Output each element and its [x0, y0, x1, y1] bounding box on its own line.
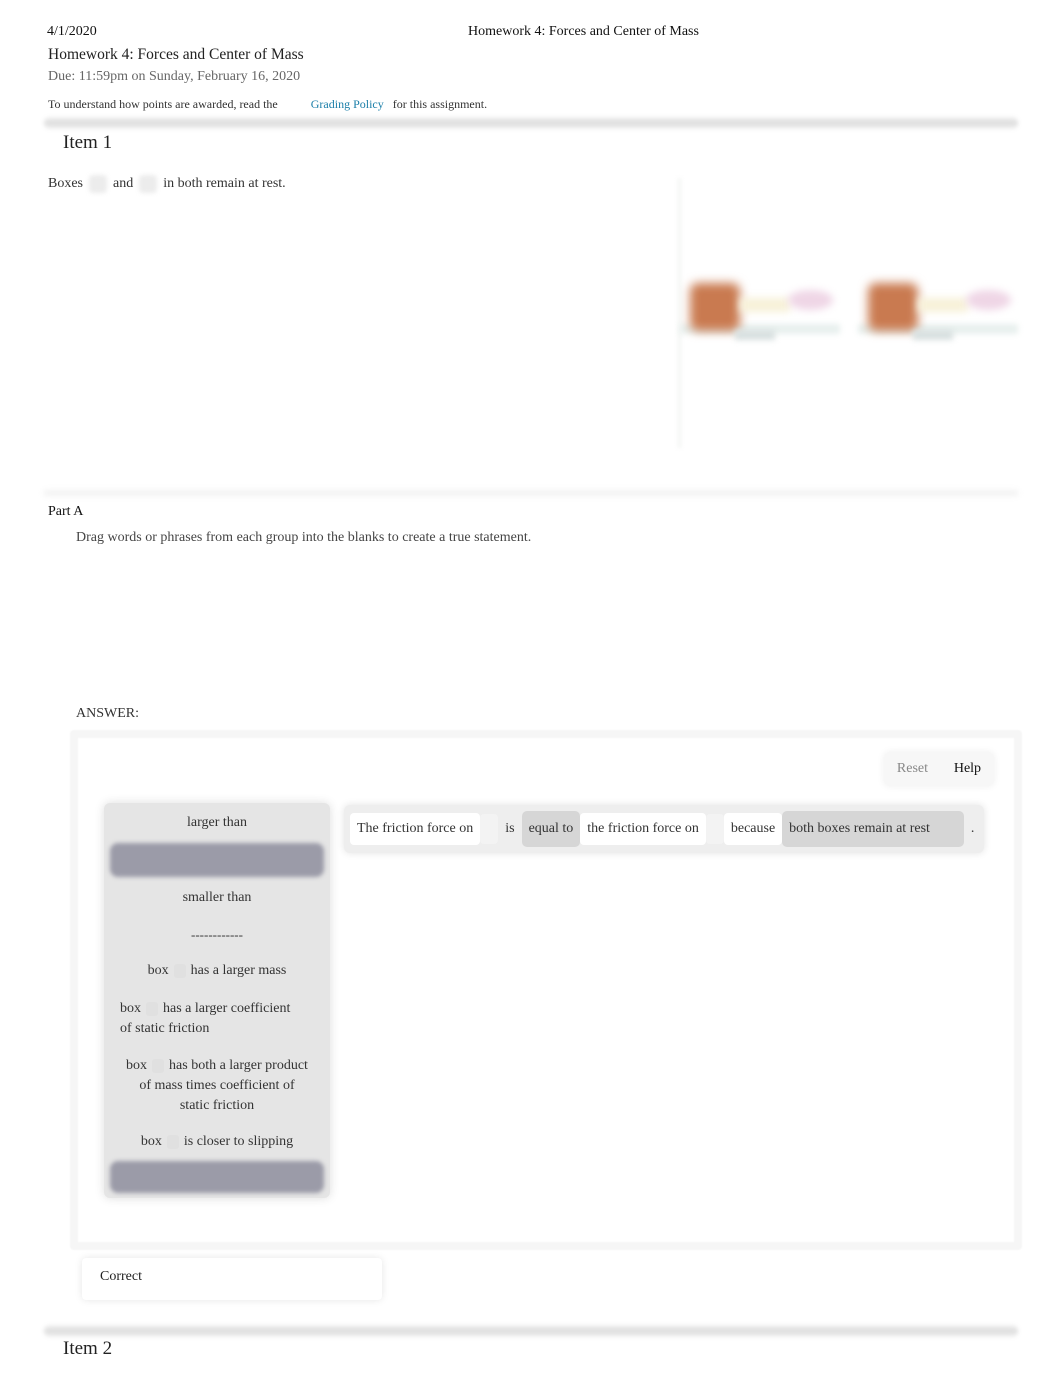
option-closer-to-slipping[interactable]: box is closer to slipping: [110, 1132, 324, 1152]
part-a-label: Part A: [48, 504, 84, 519]
intro-text: and: [113, 176, 134, 192]
option-prefix: box: [147, 963, 169, 978]
intro-text: Boxes: [48, 176, 83, 192]
item-1-heading: Item 1: [63, 132, 113, 153]
figure-label: [735, 330, 775, 340]
variable-blank: [173, 963, 186, 978]
option-prefix: box: [120, 1001, 141, 1016]
variable-a: [89, 175, 107, 193]
option-prefix: box: [126, 1058, 148, 1073]
option-prefix: box: [140, 1134, 162, 1149]
grading-policy-note: To understand how points are awarded, re…: [48, 97, 487, 112]
variable-blank: [146, 1001, 158, 1016]
spring-shape: [918, 298, 968, 312]
option-larger-coefficient[interactable]: box has a larger coefficient of static fr…: [110, 999, 324, 1039]
scale-shape: [788, 290, 833, 310]
policy-prefix: To understand how points are awarded, re…: [48, 97, 278, 111]
part-separator: [44, 490, 1018, 496]
option-no-difference[interactable]: ------------: [110, 925, 324, 945]
grading-policy-link[interactable]: Grading Policy: [311, 97, 384, 111]
policy-suffix: for this assignment.: [392, 97, 488, 111]
statement-end: .: [970, 821, 975, 836]
answer-label: ANSWER:: [76, 706, 139, 721]
figure-label: [913, 330, 953, 340]
option-smaller-than[interactable]: smaller than: [110, 888, 324, 908]
item-separator: [44, 117, 1018, 129]
assignment-title: Homework 4: Forces and Center of Mass: [48, 46, 304, 63]
option-larger-than[interactable]: larger than: [110, 813, 324, 833]
item-1-figure: [670, 178, 1020, 453]
help-button[interactable]: Help: [954, 761, 981, 777]
option-text: is closer to slipping: [183, 1134, 294, 1149]
drop-target-comparison[interactable]: equal to: [521, 811, 581, 847]
scale-shape: [966, 290, 1011, 310]
variable-blank: [166, 1134, 179, 1149]
spring-shape: [740, 298, 790, 312]
statement-text: because: [723, 813, 783, 845]
print-date: 4/1/2020: [47, 24, 97, 39]
option-text: has both a larger product of mass times …: [139, 1058, 308, 1113]
figure-box-a-diagram: [680, 278, 840, 348]
statement-text: is: [505, 821, 515, 836]
variable-blank: [152, 1058, 165, 1073]
option-empty-slot[interactable]: [110, 1161, 324, 1193]
item-1-intro: Boxes and in both remain at rest.: [48, 175, 286, 193]
reset-button[interactable]: Reset: [897, 761, 928, 777]
option-empty-slot[interactable]: [110, 843, 324, 877]
due-date: Due: 11:59pm on Sunday, February 16, 202…: [48, 69, 301, 84]
answer-statement: The friction force on is equal to the fr…: [344, 805, 984, 853]
option-larger-mass[interactable]: box has a larger mass: [110, 961, 324, 981]
box-b-shape: [868, 283, 918, 331]
part-a-instructions: Drag words or phrases from each group in…: [76, 530, 532, 545]
drag-options-panel: larger than smaller than ------------ bo…: [104, 803, 330, 1198]
option-text: has a larger mass: [190, 963, 287, 978]
figure-box-b-diagram: [858, 278, 1018, 348]
answer-toolbar: Reset Help: [884, 752, 994, 786]
item-separator: [44, 1325, 1018, 1337]
statement-text: the friction force on: [580, 813, 706, 845]
statement-variable-b: [705, 814, 724, 844]
variable-b: [139, 175, 158, 193]
option-larger-product[interactable]: box has both a larger product of mass tim…: [110, 1056, 324, 1116]
feedback-correct: Correct: [82, 1258, 382, 1300]
box-a-shape: [690, 283, 740, 331]
item-2-heading: Item 2: [63, 1338, 113, 1359]
print-title: Homework 4: Forces and Center of Mass: [468, 24, 699, 39]
statement-text: The friction force on: [350, 813, 481, 845]
drop-target-reason[interactable]: both boxes remain at rest: [782, 811, 964, 847]
statement-variable-a: [480, 814, 499, 844]
intro-text: in both remain at rest.: [163, 176, 286, 192]
